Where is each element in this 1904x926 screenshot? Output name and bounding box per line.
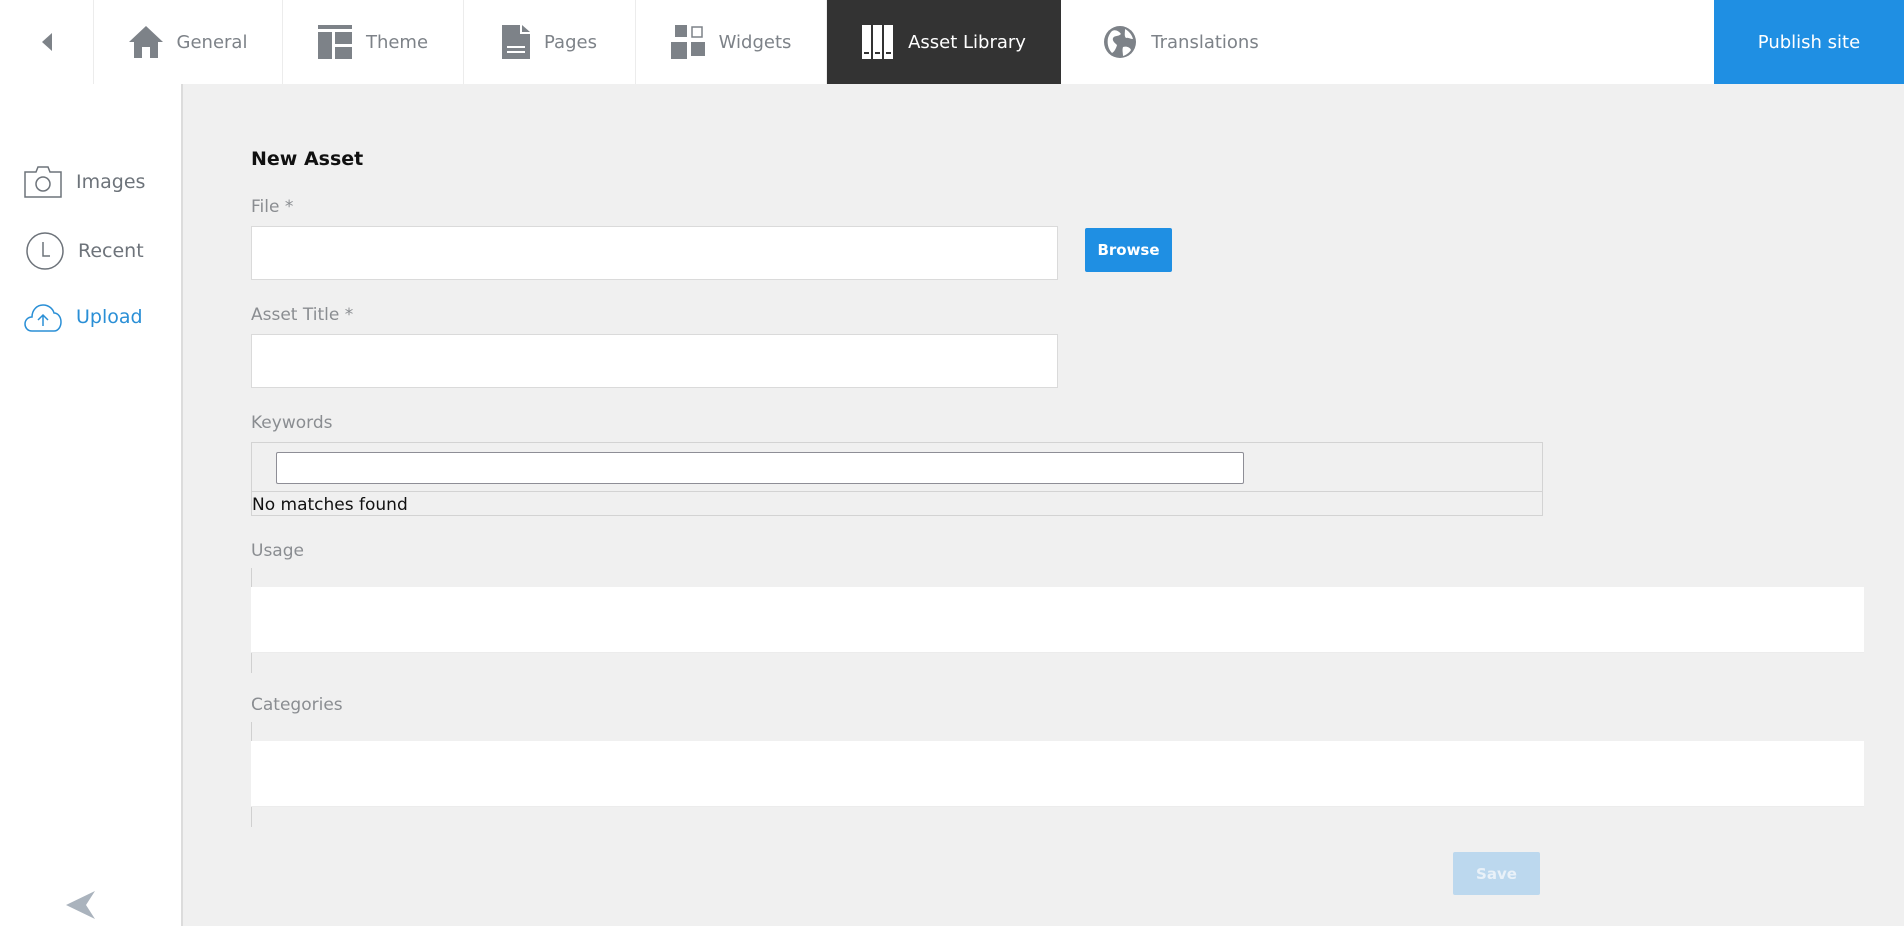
asset-title-input[interactable] (251, 334, 1058, 388)
file-input[interactable] (251, 226, 1058, 280)
tab-label: Widgets (718, 31, 792, 53)
keywords-no-matches: No matches found (252, 495, 408, 515)
tab-label: General (176, 31, 248, 53)
cloud-upload-icon (24, 304, 62, 332)
document-icon (502, 25, 531, 59)
publish-site-button[interactable]: Publish site (1714, 0, 1904, 84)
tab-general[interactable]: General (94, 0, 283, 84)
books-icon (862, 25, 894, 59)
tab-label: Pages (544, 31, 597, 53)
tab-label: Translations (1151, 31, 1259, 53)
layout-icon (317, 25, 352, 59)
sidebar-item-recent[interactable]: Recent (26, 232, 144, 270)
home-icon (128, 26, 163, 58)
arrow-left-icon (66, 891, 95, 919)
tab-label: Asset Library (908, 31, 1026, 53)
categories-label: Categories (251, 695, 343, 715)
caret-left-icon (41, 33, 52, 51)
sidebar-item-label: Images (76, 171, 146, 193)
main-content: New Asset File * Browse Asset Title * Ke… (185, 84, 1904, 926)
back-button[interactable] (0, 0, 94, 84)
tab-translations[interactable]: Translations (1061, 0, 1301, 84)
widgets-icon (670, 25, 705, 59)
browse-button[interactable]: Browse (1085, 228, 1172, 272)
camera-icon (24, 166, 62, 198)
keywords-widget: No matches found (251, 442, 1543, 516)
sidebar-item-label: Recent (78, 240, 144, 262)
sidebar-item-upload[interactable]: Upload (24, 302, 143, 332)
sidebar-item-label: Upload (76, 306, 143, 328)
clock-icon (26, 232, 64, 270)
tab-widgets[interactable]: Widgets (636, 0, 827, 84)
asset-title-label: Asset Title * (251, 305, 354, 325)
save-button[interactable]: Save (1453, 852, 1540, 895)
tab-asset-library[interactable]: Asset Library (827, 0, 1061, 84)
page-title: New Asset (251, 148, 364, 170)
usage-field[interactable] (251, 587, 1864, 653)
tab-theme[interactable]: Theme (283, 0, 464, 84)
globe-icon (1104, 26, 1137, 58)
categories-field[interactable] (251, 741, 1864, 807)
tab-pages[interactable]: Pages (464, 0, 636, 84)
file-label: File * (251, 197, 294, 217)
sidebar-item-images[interactable]: Images (24, 166, 145, 198)
tab-label: Theme (365, 31, 429, 53)
keywords-input-row (252, 443, 1542, 492)
keywords-label: Keywords (251, 413, 333, 433)
collapse-sidebar-button[interactable] (66, 890, 96, 924)
keywords-input[interactable] (276, 452, 1244, 484)
top-navigation-bar: General Theme Pages Widgets Asset Librar… (0, 0, 1904, 84)
usage-label: Usage (251, 541, 304, 561)
sidebar: Images Recent Upload (0, 84, 183, 926)
